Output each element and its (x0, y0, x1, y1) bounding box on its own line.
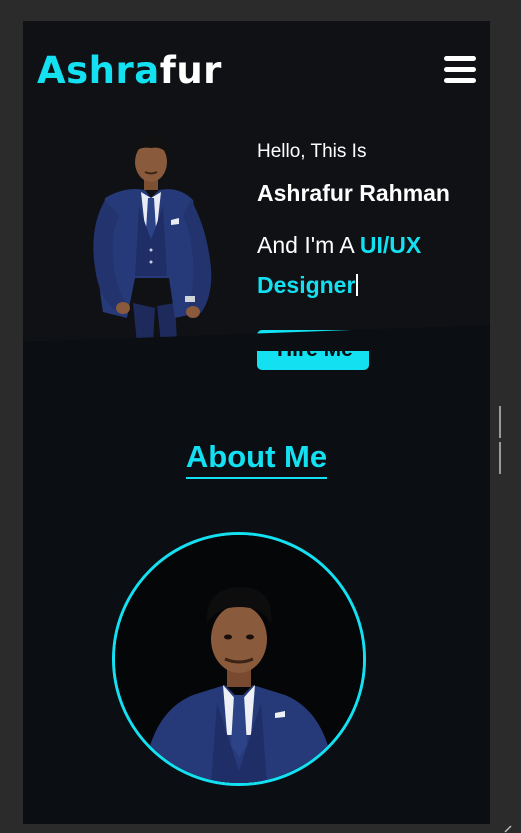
hero-role-highlight-2: Designer (257, 272, 356, 298)
hero-role: And I'm A UI/UX Designer (257, 225, 482, 305)
section-divider (23, 325, 490, 351)
resize-handle-line (499, 442, 501, 474)
hero-name: Ashrafur Rahman (257, 180, 450, 206)
page-frame: Ashrafur Hello, This Is Ashrafur Rahman … (23, 21, 490, 824)
hamburger-line (444, 67, 476, 72)
corner-resize-icon[interactable] (503, 824, 515, 833)
hero-greeting: Hello, This Is (257, 141, 367, 162)
about-heading-text: About Me (185, 439, 328, 479)
about-portrait-photo (115, 535, 363, 783)
hero-role-highlight-1: UI/UX (359, 232, 422, 258)
logo-accent-text: Ashra (37, 49, 160, 92)
hamburger-line (444, 78, 476, 83)
typing-cursor (356, 274, 359, 296)
resize-handle-line (499, 406, 501, 438)
about-heading: About Me (23, 439, 490, 479)
hamburger-menu-icon[interactable] (444, 56, 476, 84)
about-portrait-frame (112, 532, 366, 786)
site-header: Ashrafur (23, 21, 490, 131)
resize-handle[interactable] (499, 406, 506, 474)
logo-rest-text: fur (159, 49, 222, 92)
hero-portrait-photo (93, 136, 212, 343)
hamburger-line (444, 56, 476, 61)
hero-section: Hello, This Is Ashrafur Rahman And I'm A… (23, 121, 490, 370)
hero-role-prefix: And I'm A (257, 232, 360, 258)
site-logo[interactable]: Ashrafur (37, 49, 222, 92)
hero-intro: Hello, This Is Ashrafur Rahman And I'm A… (257, 141, 482, 305)
